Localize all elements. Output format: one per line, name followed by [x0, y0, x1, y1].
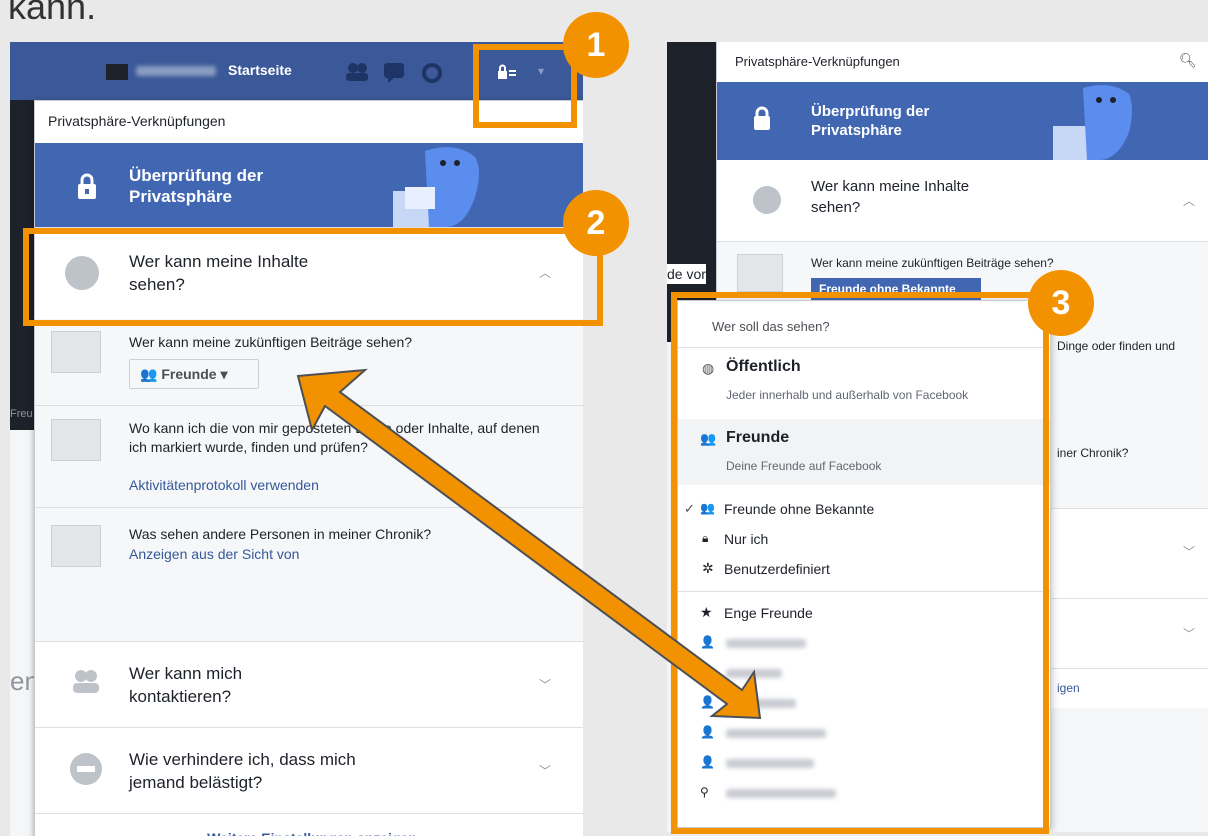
step-badge-1: 1 — [563, 12, 629, 78]
step-badge-2: 2 — [563, 190, 629, 256]
step-badge-3: 3 — [1028, 270, 1094, 336]
annotation-arrow — [296, 368, 762, 720]
